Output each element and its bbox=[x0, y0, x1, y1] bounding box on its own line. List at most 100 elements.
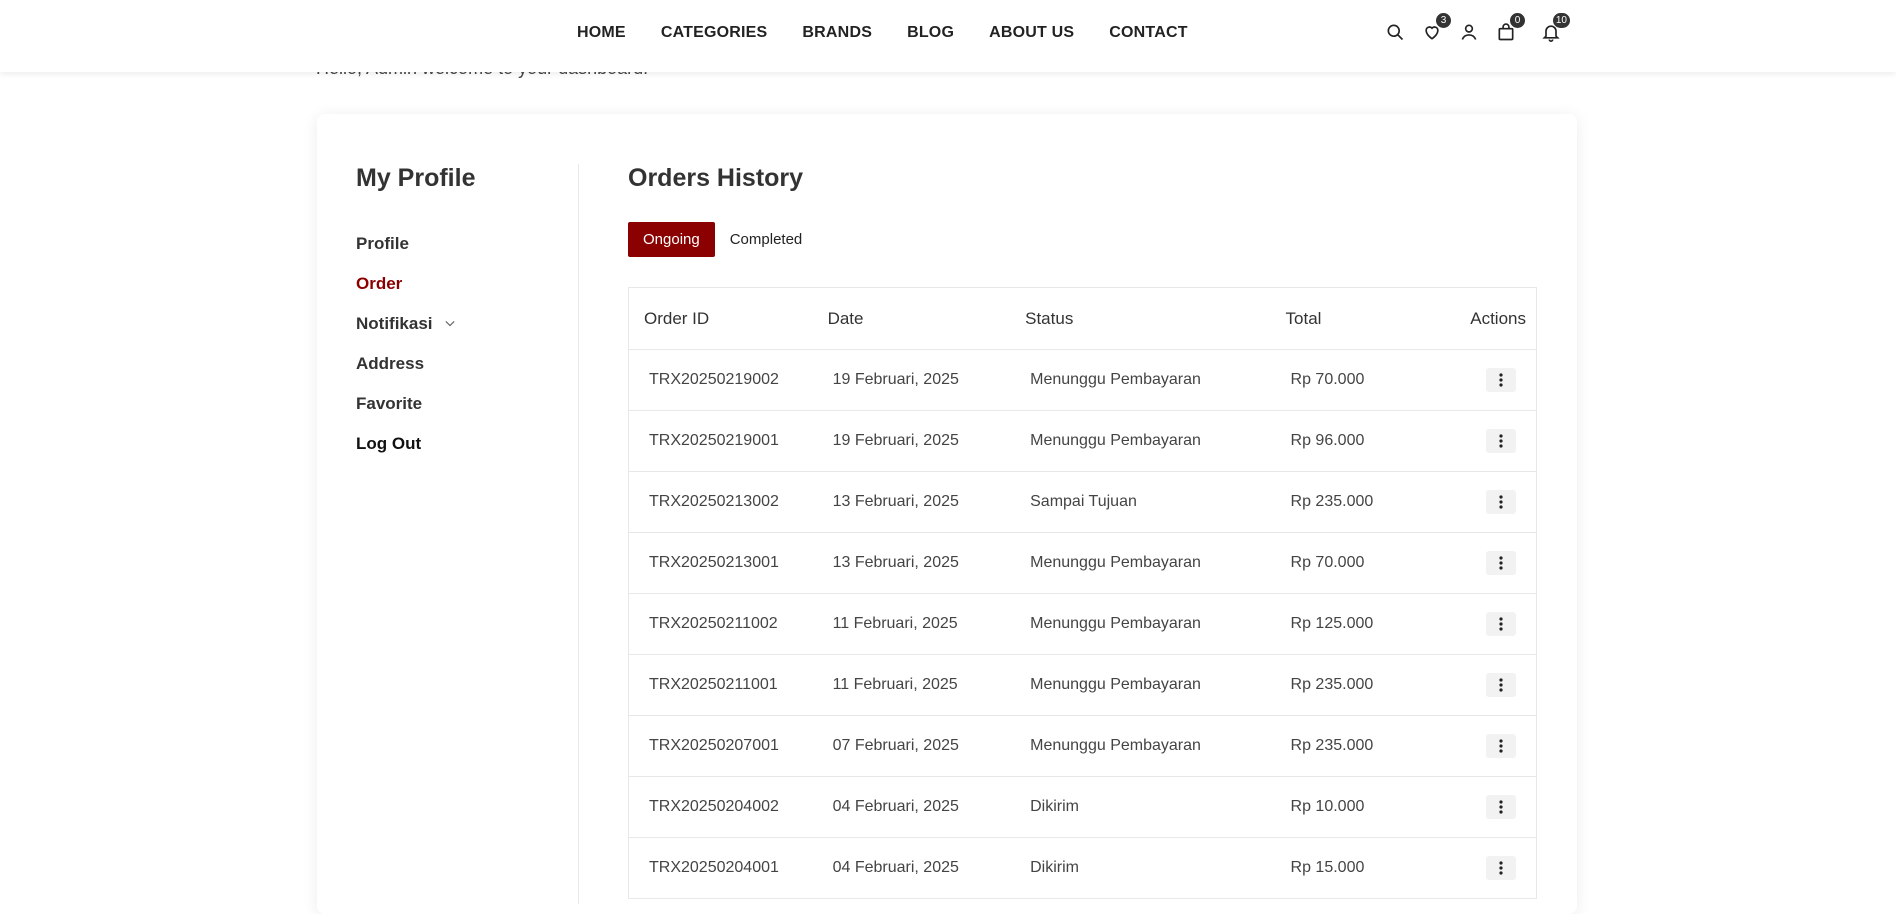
order-actions-cell bbox=[1445, 368, 1536, 392]
table-row: TRX20250219001 19 Februari, 2025 Menunggu … bbox=[629, 411, 1536, 472]
nav-about-us[interactable]: ABOUT US bbox=[989, 24, 1074, 42]
order-actions-cell bbox=[1445, 551, 1536, 575]
order-id-cell: TRX20250211002 bbox=[649, 615, 778, 632]
table-header: Order ID Date Status Total Actions bbox=[629, 288, 1536, 350]
more-actions-icon[interactable] bbox=[1486, 429, 1516, 453]
order-date-cell: 11 Februari, 2025 bbox=[832, 676, 958, 693]
order-total-cell: Rp 96.000 bbox=[1290, 432, 1365, 449]
order-id-cell: TRX20250213002 bbox=[649, 493, 779, 510]
table-row: TRX20250211002 11 Februari, 2025 Menunggu … bbox=[629, 594, 1536, 655]
column-header-status: Status bbox=[1025, 308, 1074, 328]
order-status-cell: Dikirim bbox=[1030, 859, 1079, 876]
order-actions-cell bbox=[1445, 612, 1536, 636]
orders-table: Order ID Date Status Total Actions TRX20… bbox=[628, 287, 1537, 899]
sidebar-item-label: Favorite bbox=[356, 394, 423, 413]
sidebar-item-address[interactable]: Address bbox=[356, 344, 455, 384]
sidebar-item-order[interactable]: Order bbox=[356, 264, 455, 304]
wishlist-count-badge: 3 bbox=[1436, 13, 1451, 28]
more-actions-icon[interactable] bbox=[1486, 368, 1516, 392]
table-row: TRX20250204002 04 Februari, 2025 Dikirim Rp… bbox=[629, 777, 1536, 838]
column-header-total: Total bbox=[1285, 308, 1322, 328]
order-total-cell: Rp 235.000 bbox=[1290, 676, 1374, 693]
order-date-cell: 07 Februari, 2025 bbox=[832, 737, 959, 754]
more-actions-icon[interactable] bbox=[1486, 612, 1516, 636]
main-nav: HOME CATEGORIES BRANDS BLOG ABOUT US CON… bbox=[577, 24, 1188, 42]
order-actions-cell bbox=[1445, 856, 1536, 880]
tab-ongoing[interactable]: Ongoing bbox=[628, 222, 715, 257]
sidebar-item-label: Order bbox=[356, 274, 403, 293]
notification-count-badge: 10 bbox=[1552, 13, 1570, 28]
nav-contact[interactable]: CONTACT bbox=[1109, 24, 1187, 42]
order-id-cell: TRX20250207001 bbox=[649, 737, 779, 754]
sidebar-item-notifikasi[interactable]: Notifikasi bbox=[356, 304, 455, 344]
search-icon[interactable] bbox=[1383, 20, 1407, 44]
user-icon[interactable] bbox=[1457, 20, 1481, 44]
column-header-actions: Actions bbox=[1470, 308, 1526, 328]
order-status-cell: Menunggu Pembayaran bbox=[1030, 676, 1201, 693]
order-status-cell: Menunggu Pembayaran bbox=[1030, 615, 1201, 632]
order-status-cell: Menunggu Pembayaran bbox=[1030, 737, 1201, 754]
nav-brands[interactable]: BRANDS bbox=[802, 24, 872, 42]
sidebar-item-label: Notifikasi bbox=[356, 314, 433, 333]
order-date-cell: 11 Februari, 2025 bbox=[832, 615, 958, 632]
sidebar-item-logout[interactable]: Log Out bbox=[356, 424, 455, 464]
more-actions-icon[interactable] bbox=[1486, 490, 1516, 514]
nav-blog[interactable]: BLOG bbox=[907, 24, 954, 42]
order-id-cell: TRX20250204001 bbox=[649, 859, 779, 876]
order-total-cell: Rp 70.000 bbox=[1290, 371, 1365, 388]
top-navigation-bar: HOME CATEGORIES BRANDS BLOG ABOUT US CON… bbox=[0, 0, 1896, 72]
nav-categories[interactable]: CATEGORIES bbox=[661, 24, 768, 42]
order-date-cell: 19 Februari, 2025 bbox=[832, 432, 959, 449]
order-total-cell: Rp 125.000 bbox=[1290, 615, 1374, 632]
sidebar-divider bbox=[578, 164, 579, 904]
order-status-cell: Dikirim bbox=[1030, 798, 1079, 815]
order-actions-cell bbox=[1445, 734, 1536, 758]
order-total-cell: Rp 15.000 bbox=[1290, 859, 1365, 876]
order-status-cell: Menunggu Pembayaran bbox=[1030, 371, 1201, 388]
order-status-cell: Menunggu Pembayaran bbox=[1030, 554, 1201, 571]
sidebar-menu: Profile Order Notifikasi Address Favorit… bbox=[356, 224, 455, 464]
column-header-date: Date bbox=[827, 308, 864, 328]
order-actions-cell bbox=[1445, 490, 1536, 514]
order-id-cell: TRX20250204002 bbox=[649, 798, 779, 815]
order-total-cell: Rp 235.000 bbox=[1290, 737, 1374, 754]
order-status-tabs: Ongoing Completed bbox=[628, 222, 817, 257]
orders-history-title: Orders History bbox=[628, 164, 804, 192]
table-row: TRX20250219002 19 Februari, 2025 Menunggu … bbox=[629, 350, 1536, 411]
table-body: TRX20250219002 19 Februari, 2025 Menunggu … bbox=[629, 350, 1536, 899]
table-row: TRX20250213002 13 Februari, 2025 Sampai Tu… bbox=[629, 472, 1536, 533]
order-id-cell: TRX20250219002 bbox=[649, 371, 779, 388]
chevron-down-icon bbox=[444, 318, 455, 330]
order-date-cell: 04 Februari, 2025 bbox=[832, 798, 959, 815]
order-date-cell: 13 Februari, 2025 bbox=[832, 554, 959, 571]
more-actions-icon[interactable] bbox=[1486, 673, 1516, 697]
table-row: TRX20250207001 07 Februari, 2025 Menunggu … bbox=[629, 716, 1536, 777]
nav-home[interactable]: HOME bbox=[577, 24, 626, 42]
order-id-cell: TRX20250219001 bbox=[649, 432, 779, 449]
order-total-cell: Rp 235.000 bbox=[1290, 493, 1374, 510]
more-actions-icon[interactable] bbox=[1486, 795, 1516, 819]
tab-completed[interactable]: Completed bbox=[715, 222, 818, 257]
notification-bell-icon[interactable]: 10 bbox=[1539, 13, 1570, 44]
wishlist-heart-icon[interactable]: 3 bbox=[1420, 13, 1451, 44]
sidebar-item-label: Address bbox=[356, 354, 425, 373]
order-total-cell: Rp 10.000 bbox=[1290, 798, 1365, 815]
sidebar-item-favorite[interactable]: Favorite bbox=[356, 384, 455, 424]
cart-bag-icon[interactable]: 0 bbox=[1494, 13, 1525, 44]
header-icons: 3 0 10 bbox=[1383, 13, 1576, 44]
sidebar-title: My Profile bbox=[356, 164, 476, 192]
more-actions-icon[interactable] bbox=[1486, 734, 1516, 758]
order-actions-cell bbox=[1445, 795, 1536, 819]
order-date-cell: 19 Februari, 2025 bbox=[832, 371, 959, 388]
order-actions-cell bbox=[1445, 429, 1536, 453]
sidebar-item-profile[interactable]: Profile bbox=[356, 224, 455, 264]
order-status-cell: Sampai Tujuan bbox=[1030, 493, 1137, 510]
order-id-cell: TRX20250211001 bbox=[649, 676, 778, 693]
sidebar-item-label: Log Out bbox=[356, 434, 422, 453]
more-actions-icon[interactable] bbox=[1486, 856, 1516, 880]
order-id-cell: TRX20250213001 bbox=[649, 554, 779, 571]
more-actions-icon[interactable] bbox=[1486, 551, 1516, 575]
table-row: TRX20250211001 11 Februari, 2025 Menunggu … bbox=[629, 655, 1536, 716]
order-date-cell: 13 Februari, 2025 bbox=[832, 493, 959, 510]
cart-count-badge: 0 bbox=[1510, 13, 1525, 28]
